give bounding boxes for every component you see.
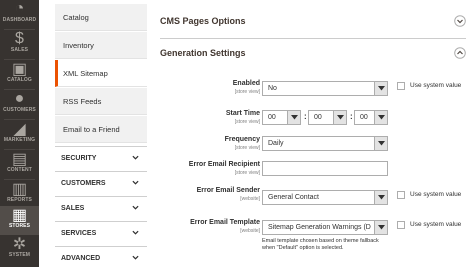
start-time-scope: [store view] <box>234 119 260 125</box>
enabled-select[interactable]: No <box>262 81 388 96</box>
enabled-scope: [store view] <box>234 89 260 95</box>
tab-group-customers[interactable]: CUSTOMERS <box>55 171 147 195</box>
tab-rss-feeds[interactable]: RSS Feeds <box>55 88 147 115</box>
error-email-template-label: Error Email Template <box>190 219 260 226</box>
section-generation-settings[interactable]: Generation Settings <box>160 48 246 58</box>
minute-value: 00 <box>314 114 322 121</box>
select-arrow-icon <box>374 191 387 204</box>
user-icon: ● <box>14 90 25 107</box>
frequency-scope: [store view] <box>234 145 260 151</box>
tab-group-security[interactable]: SECURITY <box>55 146 147 170</box>
megaphone-icon: ◢ <box>13 121 26 138</box>
select-arrow-icon <box>333 111 346 124</box>
menu-label: CATALOG <box>7 77 32 83</box>
error-email-recipient-label: Error Email Recipient <box>188 161 260 168</box>
gear-icon: ✲ <box>12 236 27 253</box>
frequency-value: Daily <box>268 140 284 147</box>
tab-group-advanced[interactable]: ADVANCED <box>55 246 147 267</box>
second-value: 00 <box>360 114 368 121</box>
tab-group-label: CUSTOMERS <box>61 180 106 187</box>
menu-catalog[interactable]: ▣ CATALOG <box>0 61 39 83</box>
tab-group-label: ADVANCED <box>61 255 101 262</box>
select-arrow-icon <box>374 82 387 95</box>
store-icon: ▦ <box>11 207 28 224</box>
dashboard-icon: ◔ <box>14 0 25 17</box>
frequency-label: Frequency <box>224 136 260 143</box>
tab-email-to-a-friend[interactable]: Email to a Friend <box>55 116 147 143</box>
chevron-down-icon <box>132 180 139 185</box>
menu-label: STORES <box>8 223 31 229</box>
enabled-use-system-checkbox[interactable] <box>397 82 405 90</box>
time-separator: : <box>350 112 353 121</box>
frequency-select[interactable]: Daily <box>262 136 388 151</box>
select-arrow-icon <box>287 111 300 124</box>
select-arrow-icon <box>374 137 387 150</box>
section-cms-pages-options[interactable]: CMS Pages Options <box>160 16 246 26</box>
enabled-value: No <box>268 85 277 92</box>
menu-label: REPORTS <box>7 197 32 203</box>
menu-marketing[interactable]: ◢ MARKETING <box>0 121 39 143</box>
menu-reports[interactable]: ▥ REPORTS <box>0 181 39 203</box>
enabled-use-system-label[interactable]: Use system value <box>410 81 466 90</box>
enabled-label: Enabled <box>232 80 260 87</box>
chevron-down-icon <box>132 155 139 160</box>
menu-dashboard[interactable]: ◔ DASHBOARD <box>0 0 39 23</box>
divider <box>160 38 466 39</box>
menu-sales[interactable]: $ SALES <box>0 30 39 53</box>
error-email-template-scope: [website] <box>240 228 260 234</box>
start-time-hour-select[interactable]: 00 <box>262 110 301 125</box>
tab-inventory[interactable]: Inventory <box>55 32 147 59</box>
start-time-minute-select[interactable]: 00 <box>308 110 347 125</box>
chevron-down-icon <box>132 205 139 210</box>
chevron-down-icon <box>132 230 139 235</box>
config-tabs: Catalog Inventory XML Sitemap RSS Feeds … <box>55 0 147 267</box>
hour-value: 00 <box>268 114 276 121</box>
start-time-label: Start Time <box>225 110 260 117</box>
collapse-chevron-icon[interactable] <box>454 47 466 59</box>
error-email-template-select[interactable]: Sitemap Generation Warnings (D <box>262 220 388 235</box>
dollar-icon: $ <box>15 30 24 47</box>
tab-group-label: SECURITY <box>61 155 97 162</box>
error-email-template-use-system-label[interactable]: Use system value <box>410 220 466 229</box>
error-email-sender-select[interactable]: General Contact <box>262 190 388 205</box>
start-time-second-select[interactable]: 00 <box>354 110 388 125</box>
expand-chevron-icon[interactable] <box>454 15 466 27</box>
select-arrow-icon <box>374 111 387 124</box>
admin-menu: ◔ DASHBOARD $ SALES ▣ CATALOG ● CUSTOMER… <box>0 0 39 267</box>
layout-icon: ▤ <box>11 151 28 168</box>
tab-catalog[interactable]: Catalog <box>55 4 147 31</box>
cube-icon: ▣ <box>11 61 28 78</box>
menu-label: MARKETING <box>3 137 36 143</box>
menu-label: SALES <box>10 47 29 53</box>
error-email-sender-use-system-label[interactable]: Use system value <box>410 190 466 199</box>
tab-group-label: SERVICES <box>61 230 97 237</box>
error-email-recipient-input[interactable] <box>262 161 388 176</box>
menu-content[interactable]: ▤ CONTENT <box>0 151 39 173</box>
tab-group-label: SALES <box>61 205 85 212</box>
menu-label: CUSTOMERS <box>3 107 36 113</box>
error-email-sender-label: Error Email Sender <box>196 187 260 194</box>
error-email-template-use-system-checkbox[interactable] <box>397 221 405 229</box>
menu-label: DASHBOARD <box>2 17 37 23</box>
error-email-sender-use-system-checkbox[interactable] <box>397 191 405 199</box>
menu-label: SYSTEM <box>8 252 31 258</box>
error-email-sender-scope: [website] <box>240 196 260 202</box>
menu-label: CONTENT <box>7 167 32 173</box>
error-email-sender-value: General Contact <box>268 194 319 201</box>
time-separator: : <box>304 112 307 121</box>
select-arrow-icon <box>374 221 387 234</box>
error-email-template-note: Email template chosen based on theme fal… <box>262 238 379 251</box>
menu-customers[interactable]: ● CUSTOMERS <box>0 90 39 113</box>
tab-group-services[interactable]: SERVICES <box>55 221 147 245</box>
menu-stores[interactable]: ▦ STORES <box>0 206 39 235</box>
menu-system[interactable]: ✲ SYSTEM <box>0 236 39 258</box>
tab-group-sales[interactable]: SALES <box>55 196 147 220</box>
tab-xml-sitemap[interactable]: XML Sitemap <box>55 60 147 87</box>
error-email-template-value: Sitemap Generation Warnings (D <box>268 224 371 231</box>
bar-chart-icon: ▥ <box>11 181 28 198</box>
error-email-recipient-scope: [store view] <box>234 170 260 176</box>
config-content: CMS Pages Options Generation Settings En… <box>160 0 474 267</box>
chevron-down-icon <box>132 255 139 260</box>
